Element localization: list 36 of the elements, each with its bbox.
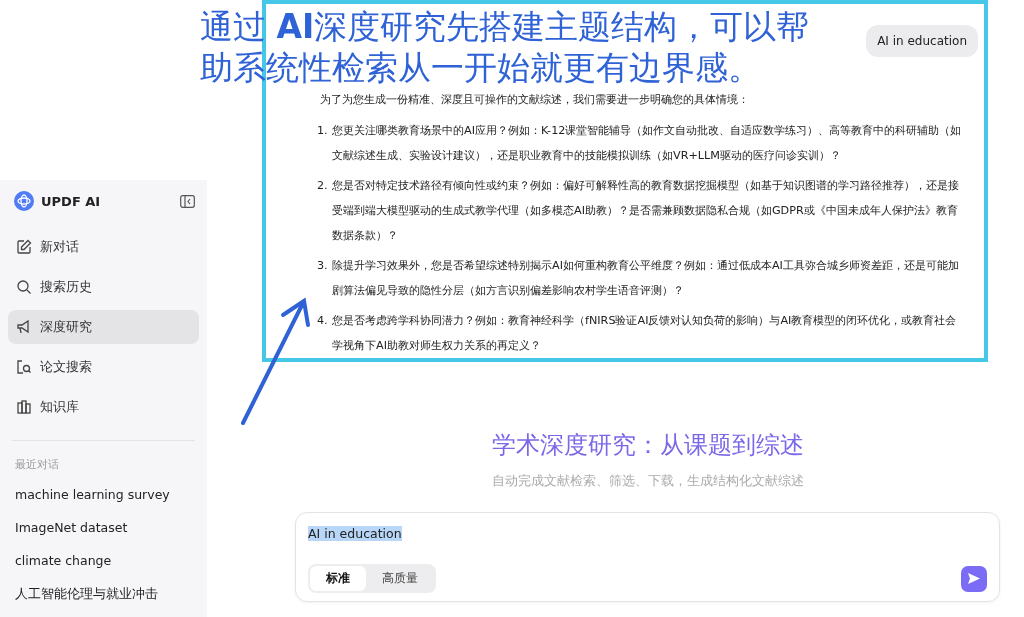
nav-item[interactable]: 新对话	[8, 230, 199, 264]
question-text: 您是否考虑跨学科协同潜力？例如：教育神经科学（fNIRS验证AI反馈对认知负荷的影响）与AI教育模型的闭环优化，或教育社会学视角下AI助教对师生权力关系的再定义？	[332, 313, 958, 354]
recent-chat-item[interactable]: ImageNet dataset	[8, 518, 199, 551]
section-heading: 最近对话	[14, 457, 60, 472]
question-text: 您更关注哪类教育场景中的AI应用？例如：K-12课堂智能辅导（如作文自动批改、自适应数学练习）、高等教育中的科研辅助（如文献综述生成、实验设计建议），还是职业教育中的技能模拟训练（如VR+LLM驱动的医疗问诊实训）？	[332, 123, 963, 164]
recent-chat-item[interactable]: 人工智能伦理与就业冲击	[8, 584, 199, 617]
mode-tab[interactable]: 标准	[310, 566, 366, 591]
logo-icon	[14, 191, 34, 211]
message-text: 为了为您生成一份精准、深度且可操作的文献综述，我们需要进一步明确您的具体情境：	[320, 92, 750, 108]
send-button[interactable]	[961, 565, 987, 592]
nav-item[interactable]: 知识库	[8, 390, 199, 424]
mode-tab[interactable]: 高质量	[366, 566, 434, 591]
input-text: AI in education	[308, 526, 402, 541]
send-icon	[967, 572, 981, 585]
search-icon	[16, 279, 32, 295]
collapse-sidebar-icon[interactable]	[180, 194, 195, 208]
list-number: 2.	[317, 178, 329, 194]
recent-chat-item[interactable]: machine learning survey	[8, 485, 199, 518]
list-number: 1.	[317, 123, 329, 139]
page-title: 学术深度研究：从课题到综述	[490, 430, 805, 461]
document-search-icon	[16, 359, 32, 375]
recent-chat-item[interactable]: climate change	[8, 551, 199, 584]
books-icon	[16, 399, 32, 415]
list-number: 4.	[317, 313, 329, 329]
user-message: AI in education	[866, 25, 978, 57]
nav-item[interactable]: 深度研究	[8, 310, 199, 344]
app-name: UPDF AI	[41, 193, 102, 209]
edit-icon	[16, 239, 32, 255]
nav-item[interactable]: 论文搜索	[8, 350, 199, 384]
list-number: 3.	[317, 258, 329, 274]
question-text: 您是否对特定技术路径有倾向性或约束？例如：偏好可解释性高的教育数据挖掘模型（如基于知识图谱的学习路径推荐），还是接受端到端大模型驱动的生成式教学代理（如多模态AI助教）？是否需兼顾数据隐私合规（如GDPR或《中国未成年人保护法》教育数据条款）？	[332, 178, 960, 244]
megaphone-icon	[16, 319, 32, 335]
nav-item[interactable]: 搜索历史	[8, 270, 199, 304]
prompt-input[interactable]: AI in education 标准 高质量	[295, 512, 1000, 602]
question-text: 除提升学习效果外，您是否希望综述特别揭示AI如何重构教育公平维度？例如：通过低成本AI工具弥合城乡师资差距，还是可能加剧算法偏见导致的隐性分层（如方言识别偏差影响农村学生语音评测）？	[332, 258, 960, 299]
page-subtitle: 自动完成文献检索、筛选、下载，生成结构化文献综述	[490, 473, 805, 490]
